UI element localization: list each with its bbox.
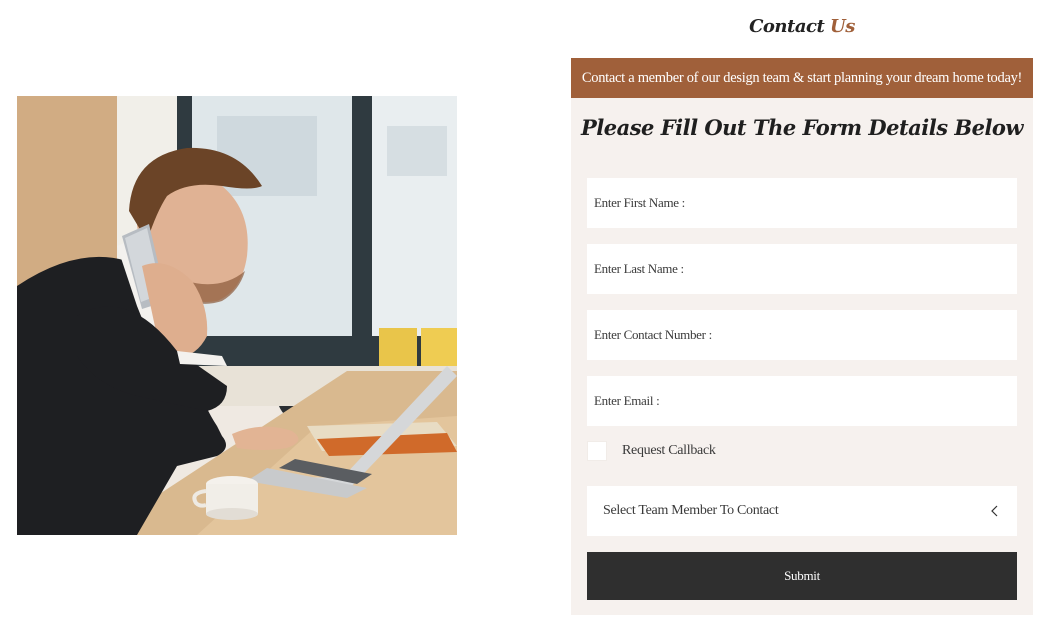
team-member-select-value: Select Team Member To Contact — [603, 503, 779, 518]
chevron-left-icon — [991, 505, 998, 517]
request-callback-label: Request Callback — [622, 443, 716, 458]
contact-number-input[interactable] — [587, 310, 1017, 360]
team-member-select[interactable]: Select Team Member To Contact — [587, 486, 1017, 536]
contact-form-panel: Contact a member of our design team & st… — [571, 58, 1033, 615]
request-callback-option[interactable]: Request Callback — [587, 440, 716, 462]
contact-banner: Contact a member of our design team & st… — [571, 58, 1033, 98]
submit-button[interactable]: Submit — [587, 552, 1017, 600]
office-phone-photo — [17, 96, 457, 535]
request-callback-checkbox[interactable] — [587, 441, 607, 461]
contact-us-heading: Contact Us — [571, 16, 1033, 37]
email-input[interactable] — [587, 376, 1017, 426]
form-title: Please Fill Out The Form Details Below — [580, 115, 1024, 140]
first-name-input[interactable] — [587, 178, 1017, 228]
contact-heading-text: Contact — [749, 16, 825, 37]
contact-heading-accent: Us — [830, 16, 855, 37]
last-name-input[interactable] — [587, 244, 1017, 294]
